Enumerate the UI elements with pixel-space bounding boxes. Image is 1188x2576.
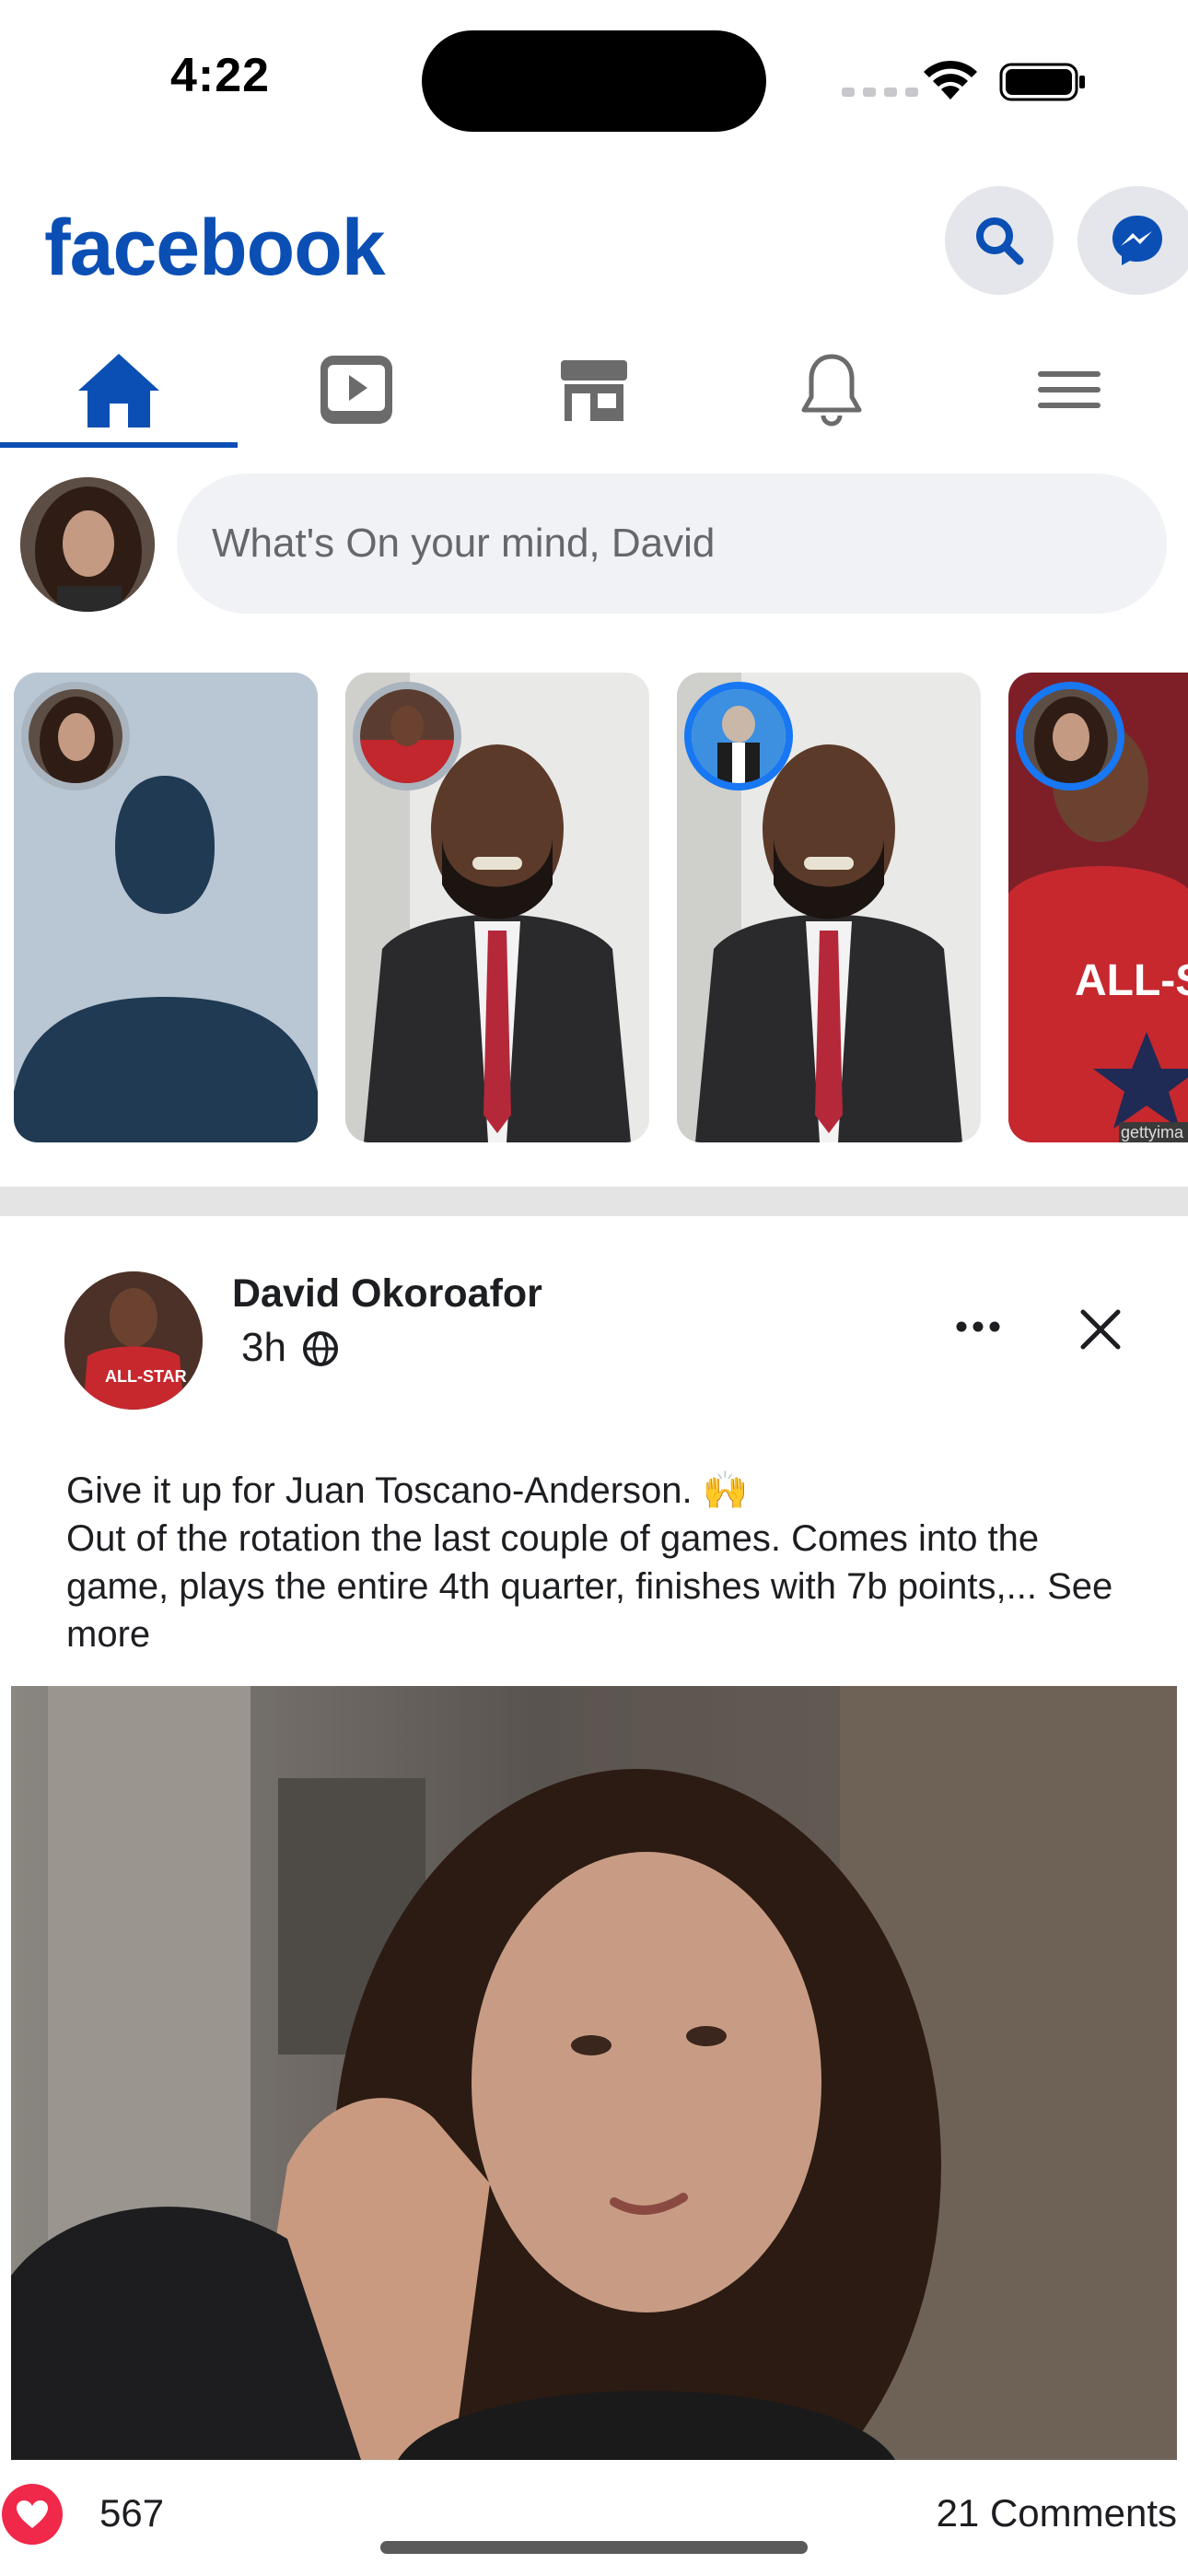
tab-video[interactable] [238, 327, 475, 451]
svg-text:ALL-STAR: ALL-STAR [105, 1367, 187, 1386]
reaction-bar: 567 21 Comments [2, 2471, 1177, 2572]
story-card[interactable]: ALL-ST gettyima [1008, 673, 1188, 1142]
bell-icon [801, 354, 862, 426]
story-avatar [1016, 682, 1124, 790]
home-icon [78, 353, 159, 427]
messenger-button[interactable] [1077, 186, 1188, 295]
post-text-line: Give it up for Juan Toscano-Anderson. 🙌 [66, 1470, 749, 1511]
post-image[interactable] [11, 1686, 1177, 2460]
post-time: 3h [241, 1325, 286, 1370]
home-indicator[interactable] [380, 2541, 808, 2554]
story-avatar [353, 682, 461, 790]
tab-marketplace[interactable] [475, 327, 713, 451]
status-time: 4:22 [170, 49, 271, 102]
status-bar: 4:22 [0, 0, 1188, 157]
menu-icon [1038, 370, 1101, 408]
author-avatar-photo: ALL-STAR [64, 1271, 203, 1410]
post-card: ALL-STAR David Okoroafor 3h Give it up f… [2, 1216, 1177, 2576]
avatar-photo [20, 477, 155, 612]
avatar[interactable] [20, 477, 155, 612]
comment-count[interactable]: 21 Comments [937, 2491, 1177, 2535]
svg-text:gettyima: gettyima [1121, 1123, 1184, 1142]
cellular-signal-icon [842, 88, 918, 97]
author-avatar[interactable]: ALL-STAR [64, 1271, 203, 1410]
post-photo [11, 1686, 1177, 2460]
author-name[interactable]: David Okoroafor [232, 1271, 542, 1317]
heart-reaction-badge[interactable] [2, 2484, 63, 2545]
battery-icon [999, 63, 1085, 101]
stories-tray: ALL-ST gettyima [0, 673, 1188, 1144]
active-tab-indicator [0, 442, 238, 448]
globe-icon [303, 1331, 338, 1366]
marketplace-icon [561, 359, 627, 421]
dynamic-island [422, 30, 766, 132]
post-text-line: Out of the rotation the last couple of g… [66, 1515, 1144, 1658]
close-icon[interactable] [1079, 1308, 1122, 1351]
video-icon [320, 355, 392, 424]
status-input[interactable]: What's On your mind, David [177, 474, 1167, 614]
tab-notifications[interactable] [713, 327, 950, 451]
svg-text:ALL-ST: ALL-ST [1075, 956, 1188, 1005]
facebook-logo: facebook [44, 204, 386, 292]
messenger-icon [1112, 216, 1162, 265]
post-body: Give it up for Juan Toscano-Anderson. 🙌 … [66, 1467, 1144, 1658]
app-header: facebook [0, 175, 1188, 313]
wifi-icon [924, 60, 977, 100]
tab-menu[interactable] [950, 327, 1188, 451]
reaction-count[interactable]: 567 [99, 2491, 164, 2535]
tab-home[interactable] [0, 327, 238, 451]
story-avatar [21, 682, 130, 790]
search-icon [976, 217, 1024, 265]
story-card[interactable] [677, 673, 981, 1142]
story-card[interactable] [345, 673, 649, 1142]
feed-divider [0, 1187, 1188, 1216]
heart-icon [17, 2500, 48, 2528]
post-text-excerpt: Out of the rotation the last couple of g… [66, 1518, 1040, 1607]
story-avatar [684, 682, 793, 790]
more-options-button[interactable] [952, 1308, 1004, 1345]
story-card[interactable] [14, 673, 318, 1142]
search-button[interactable] [945, 186, 1054, 295]
post-composer: What's On your mind, David [0, 470, 1188, 617]
nav-tabs [0, 327, 1188, 451]
